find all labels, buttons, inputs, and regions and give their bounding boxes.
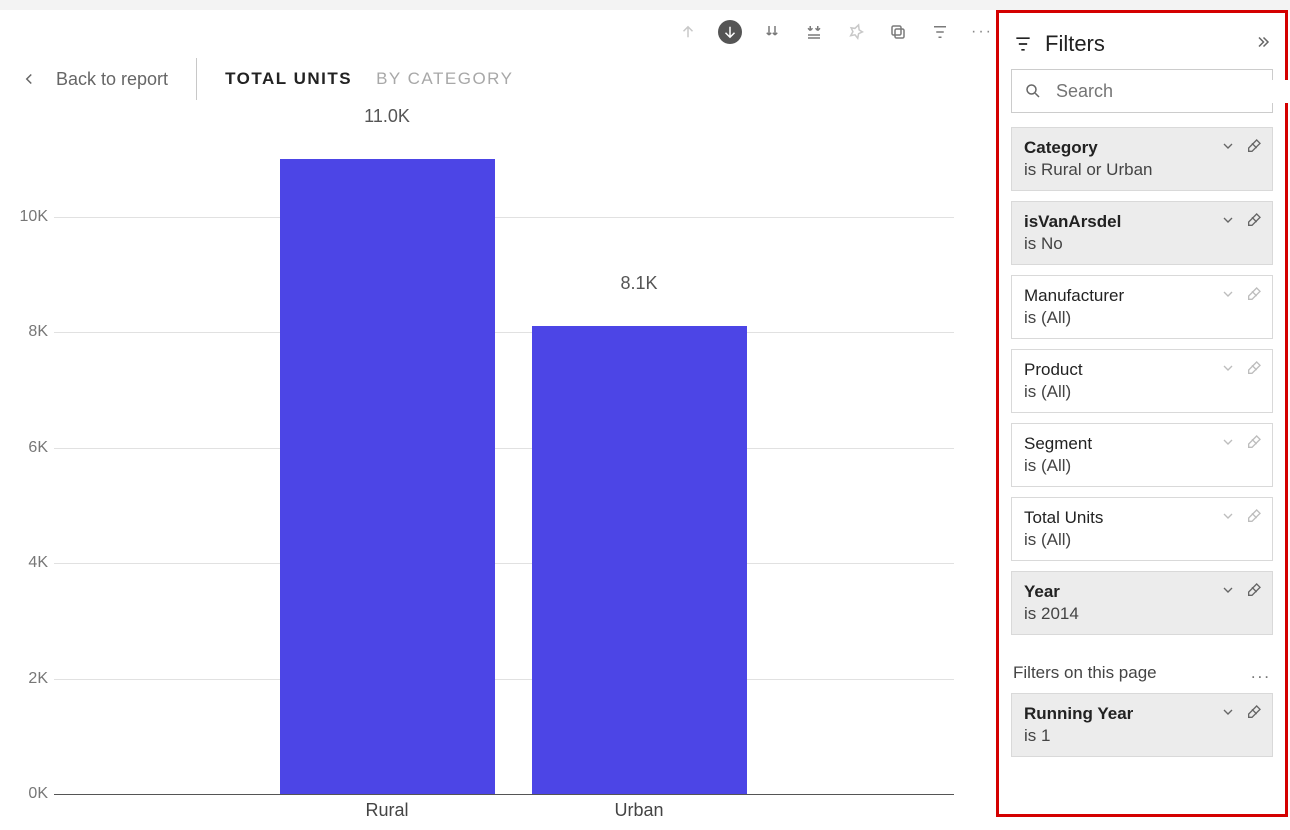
next-level-icon[interactable]	[760, 20, 784, 44]
filters-pane: Filters Categoryis Rural or Urban isVanAr…	[996, 10, 1288, 817]
filter-value: is Rural or Urban	[1024, 160, 1260, 180]
visual-toolbar: ···	[676, 20, 994, 44]
drill-down-toggle-icon[interactable]	[718, 20, 742, 44]
filter-card-category[interactable]: Categoryis Rural or Urban	[1011, 127, 1273, 191]
page-filters-section-label: Filters on this page...	[1011, 645, 1273, 693]
bar-urban[interactable]	[532, 326, 747, 794]
filter-value: is (All)	[1024, 382, 1260, 402]
filters-title: Filters	[1045, 31, 1241, 57]
chevron-down-icon[interactable]	[1220, 434, 1236, 455]
filter-value: is (All)	[1024, 308, 1260, 328]
x-category-label: Rural	[365, 800, 408, 821]
filter-icon[interactable]	[928, 20, 952, 44]
report-canvas: ··· Back to report TOTAL UNITS BY CATEGO…	[0, 10, 996, 819]
gridline	[54, 794, 954, 795]
chevron-down-icon[interactable]	[1220, 138, 1236, 159]
chevron-down-icon[interactable]	[1220, 212, 1236, 233]
window-top-strip	[0, 0, 1290, 10]
y-tick-label: 2K	[28, 670, 48, 688]
chevron-down-icon[interactable]	[1220, 704, 1236, 725]
bar-data-label: 8.1K	[620, 273, 657, 298]
filter-card-manufacturer[interactable]: Manufactureris (All)	[1011, 275, 1273, 339]
filter-value: is (All)	[1024, 456, 1260, 476]
eraser-icon[interactable]	[1246, 582, 1262, 603]
pin-icon[interactable]	[844, 20, 868, 44]
y-tick-label: 6K	[28, 439, 48, 457]
section-more-icon[interactable]: ...	[1251, 663, 1271, 683]
chevron-down-icon[interactable]	[1220, 360, 1236, 381]
bar-data-label: 11.0K	[364, 106, 410, 131]
eraser-icon[interactable]	[1246, 508, 1262, 529]
y-axis: 0K2K4K6K8K10K	[0, 130, 54, 795]
search-icon	[1024, 82, 1042, 100]
more-options-icon[interactable]: ···	[970, 20, 994, 44]
page-filters-section-text: Filters on this page	[1013, 663, 1157, 683]
y-tick-label: 10K	[20, 208, 48, 226]
eraser-icon[interactable]	[1246, 286, 1262, 307]
filter-value: is No	[1024, 234, 1260, 254]
filter-value: is 1	[1024, 726, 1260, 746]
filter-value: is 2014	[1024, 604, 1260, 624]
bar-chart: 0K 2K 4K 6K 8K 10K 11.0KRural8.1KUrban	[0, 130, 970, 830]
collapse-pane-icon[interactable]	[1253, 33, 1271, 56]
gridline	[54, 217, 954, 218]
y-tick-label: 4K	[28, 554, 48, 572]
eraser-icon[interactable]	[1246, 704, 1262, 725]
divider	[196, 58, 197, 100]
tab-by-category[interactable]: BY CATEGORY	[376, 69, 513, 89]
filter-card-year[interactable]: Yearis 2014	[1011, 571, 1273, 635]
x-category-label: Urban	[614, 800, 663, 821]
filters-header: Filters	[999, 13, 1285, 69]
filter-icon	[1013, 34, 1033, 54]
eraser-icon[interactable]	[1246, 434, 1262, 455]
filter-value: is (All)	[1024, 530, 1260, 550]
filter-card-segment[interactable]: Segmentis (All)	[1011, 423, 1273, 487]
eraser-icon[interactable]	[1246, 212, 1262, 233]
y-tick-label: 0K	[28, 785, 48, 803]
filter-card-product[interactable]: Productis (All)	[1011, 349, 1273, 413]
gridline	[54, 563, 954, 564]
chevron-down-icon[interactable]	[1220, 286, 1236, 307]
filter-card-total-units[interactable]: Total Unitsis (All)	[1011, 497, 1273, 561]
bar-rural[interactable]	[280, 159, 495, 794]
back-to-report-link[interactable]: Back to report	[56, 69, 168, 90]
chevron-down-icon[interactable]	[1220, 508, 1236, 529]
filter-card-running-year[interactable]: Running Yearis 1	[1011, 693, 1273, 757]
plot-area: 11.0KRural8.1KUrban	[54, 130, 954, 795]
filter-card-isvanarsdel[interactable]: isVanArsdelis No	[1011, 201, 1273, 265]
drill-breadcrumb: Back to report TOTAL UNITS BY CATEGORY	[20, 58, 514, 100]
tab-total-units[interactable]: TOTAL UNITS	[225, 69, 352, 89]
y-tick-label: 8K	[28, 323, 48, 341]
copy-icon[interactable]	[886, 20, 910, 44]
chevron-down-icon[interactable]	[1220, 582, 1236, 603]
filter-search-input[interactable]	[1054, 80, 1290, 103]
eraser-icon[interactable]	[1246, 138, 1262, 159]
filter-search[interactable]	[1011, 69, 1273, 113]
drill-up-icon[interactable]	[676, 20, 700, 44]
gridline	[54, 679, 954, 680]
eraser-icon[interactable]	[1246, 360, 1262, 381]
gridline	[54, 332, 954, 333]
gridline	[54, 448, 954, 449]
expand-level-icon[interactable]	[802, 20, 826, 44]
filter-list: Categoryis Rural or Urban isVanArsdelis N…	[999, 127, 1285, 814]
back-chevron-icon[interactable]	[20, 70, 38, 88]
